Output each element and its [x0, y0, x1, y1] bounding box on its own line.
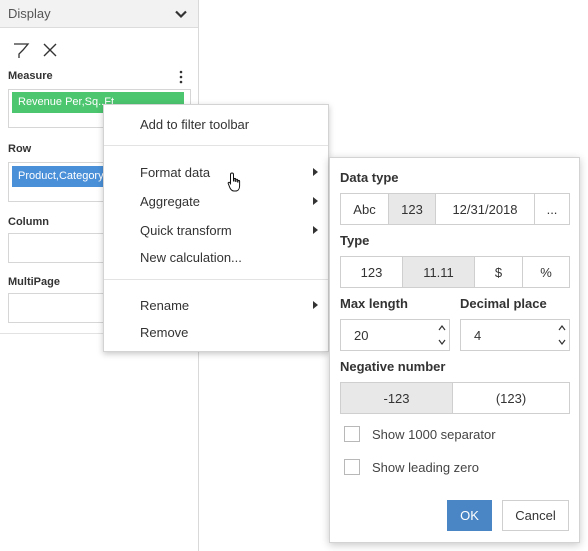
- menu-item-rename[interactable]: Rename: [104, 292, 328, 318]
- negative-number-segmented: -123 (123): [340, 382, 570, 414]
- chevron-down-icon[interactable]: [174, 7, 188, 21]
- data-type-option-number[interactable]: 123: [389, 194, 436, 224]
- data-type-option-more[interactable]: ...: [535, 194, 569, 224]
- submenu-arrow-icon: [313, 226, 318, 234]
- type-label: Type: [340, 233, 370, 248]
- menu-item-format-data[interactable]: Format data: [104, 159, 328, 185]
- kebab-icon[interactable]: [178, 70, 184, 84]
- increment-icon[interactable]: [558, 324, 566, 332]
- show-leading-zero-checkbox[interactable]: [344, 459, 360, 475]
- type-option-percent[interactable]: %: [523, 257, 569, 287]
- negative-option-parentheses[interactable]: (123): [453, 383, 569, 413]
- show-leading-zero-option[interactable]: Show leading zero: [344, 459, 564, 479]
- panel-header[interactable]: Display: [0, 0, 198, 28]
- context-menu: Add to filter toolbar Format data Aggreg…: [103, 104, 329, 352]
- menu-item-new-calculation[interactable]: New calculation...: [104, 244, 328, 270]
- increment-icon[interactable]: [438, 324, 446, 332]
- data-type-option-date[interactable]: 12/31/2018: [436, 194, 535, 224]
- type-option-decimal[interactable]: 11.11: [403, 257, 475, 287]
- menu-item-label: Rename: [140, 298, 190, 313]
- show-leading-zero-label: Show leading zero: [372, 460, 479, 475]
- menu-item-label: Aggregate: [140, 194, 200, 209]
- decimal-place-value: 4: [474, 328, 482, 343]
- measure-label: Measure: [8, 70, 53, 82]
- menu-item-label: New calculation...: [140, 250, 242, 265]
- menu-item-aggregate[interactable]: Aggregate: [104, 188, 328, 214]
- decimal-place-stepper[interactable]: 4: [460, 319, 570, 351]
- decrement-icon[interactable]: [438, 338, 446, 346]
- multipage-label: MultiPage: [8, 276, 60, 288]
- menu-item-label: Remove: [140, 325, 189, 340]
- negative-number-label: Negative number: [340, 359, 446, 374]
- submenu-arrow-icon: [313, 197, 318, 205]
- ok-button[interactable]: OK: [447, 500, 492, 531]
- menu-separator: [104, 145, 328, 146]
- submenu-arrow-icon: [313, 168, 318, 176]
- max-length-value: 20: [354, 328, 369, 343]
- panel-title: Display: [8, 6, 51, 21]
- data-type-segmented: Abc 123 12/31/2018 ...: [340, 193, 570, 225]
- menu-item-quick-transform[interactable]: Quick transform: [104, 217, 328, 243]
- menu-item-label: Quick transform: [140, 223, 232, 238]
- data-type-option-text[interactable]: Abc: [341, 194, 389, 224]
- menu-item-label: Add to filter toolbar: [140, 117, 250, 132]
- cancel-button[interactable]: Cancel: [502, 500, 569, 531]
- show-1000-separator-checkbox[interactable]: [344, 426, 360, 442]
- menu-item-remove[interactable]: Remove: [104, 319, 328, 345]
- negative-option-minus[interactable]: -123: [341, 383, 453, 413]
- menu-separator: [104, 279, 328, 280]
- column-label: Column: [8, 216, 49, 228]
- menu-item-label: Format data: [140, 165, 211, 180]
- type-segmented: 123 11.11 $ %: [340, 256, 570, 288]
- submenu-arrow-icon: [313, 301, 318, 309]
- max-length-stepper[interactable]: 20: [340, 319, 450, 351]
- type-option-currency[interactable]: $: [475, 257, 523, 287]
- close-icon[interactable]: [41, 41, 59, 59]
- menu-item-add-to-filter-toolbar[interactable]: Add to filter toolbar: [104, 111, 328, 137]
- max-length-label: Max length: [340, 296, 408, 311]
- format-data-submenu: Data type Abc 123 12/31/2018 ... Type 12…: [329, 157, 580, 543]
- data-type-label: Data type: [340, 170, 399, 185]
- type-option-integer[interactable]: 123: [341, 257, 403, 287]
- row-label: Row: [8, 143, 32, 155]
- funnel-icon[interactable]: [12, 41, 30, 59]
- show-1000-separator-option[interactable]: Show 1000 separator: [344, 426, 564, 446]
- show-1000-separator-label: Show 1000 separator: [372, 427, 496, 442]
- decimal-place-label: Decimal place: [460, 296, 547, 311]
- decrement-icon[interactable]: [558, 338, 566, 346]
- hand-cursor-icon: [227, 172, 241, 192]
